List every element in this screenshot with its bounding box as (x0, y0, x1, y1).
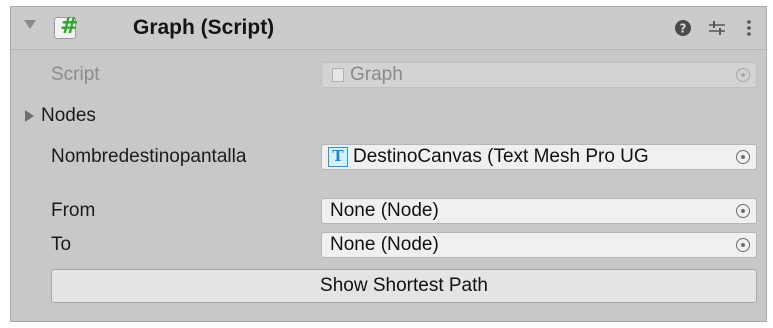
to-row: To None (Node) (11, 231, 766, 259)
script-value: Graph (350, 64, 403, 85)
foldout-arrow-icon[interactable] (24, 20, 36, 29)
to-value: None (Node) (330, 234, 439, 255)
nombredestinopantalla-value: DestinoCanvas (Text Mesh Pro UG (353, 146, 649, 167)
graph-component-panel: # Graph (Script) ? Script Graph Nodes No… (10, 6, 767, 322)
component-header[interactable]: # Graph (Script) ? (11, 7, 766, 50)
object-picker-icon[interactable] (736, 204, 750, 218)
nodes-row[interactable]: Nodes (11, 102, 766, 130)
nombredestinopantalla-row: Nombredestinopantalla T DestinoCanvas (T… (11, 143, 766, 171)
presets-sliders-icon[interactable] (705, 16, 729, 40)
script-label: Script (51, 64, 100, 85)
from-row: From None (Node) (11, 197, 766, 225)
nombredestinopantalla-label: Nombredestinopantalla (51, 146, 247, 167)
csharp-script-icon: # (60, 14, 79, 39)
nodes-label[interactable]: Nodes (41, 104, 96, 128)
from-label: From (51, 200, 96, 221)
object-picker-icon[interactable] (736, 238, 750, 252)
script-row: Script Graph (11, 61, 766, 89)
to-label: To (51, 234, 72, 255)
object-picker-icon[interactable] (736, 150, 750, 164)
nodes-foldout-arrow-icon[interactable] (25, 110, 34, 122)
object-picker-icon (736, 68, 750, 82)
script-field: Graph (321, 62, 757, 88)
nombredestinopantalla-field[interactable]: T DestinoCanvas (Text Mesh Pro UG (321, 144, 757, 170)
from-value: None (Node) (330, 200, 439, 221)
show-shortest-path-button[interactable]: Show Shortest Path (51, 269, 757, 303)
from-field[interactable]: None (Node) (321, 198, 757, 224)
script-asset-icon (332, 68, 344, 82)
to-field[interactable]: None (Node) (321, 232, 757, 258)
component-title: Graph (Script) (133, 16, 275, 39)
kebab-menu-icon[interactable] (737, 16, 761, 40)
text-mesh-pro-icon: T (328, 147, 348, 167)
svg-text:?: ? (680, 22, 687, 36)
help-icon[interactable]: ? (671, 16, 695, 40)
